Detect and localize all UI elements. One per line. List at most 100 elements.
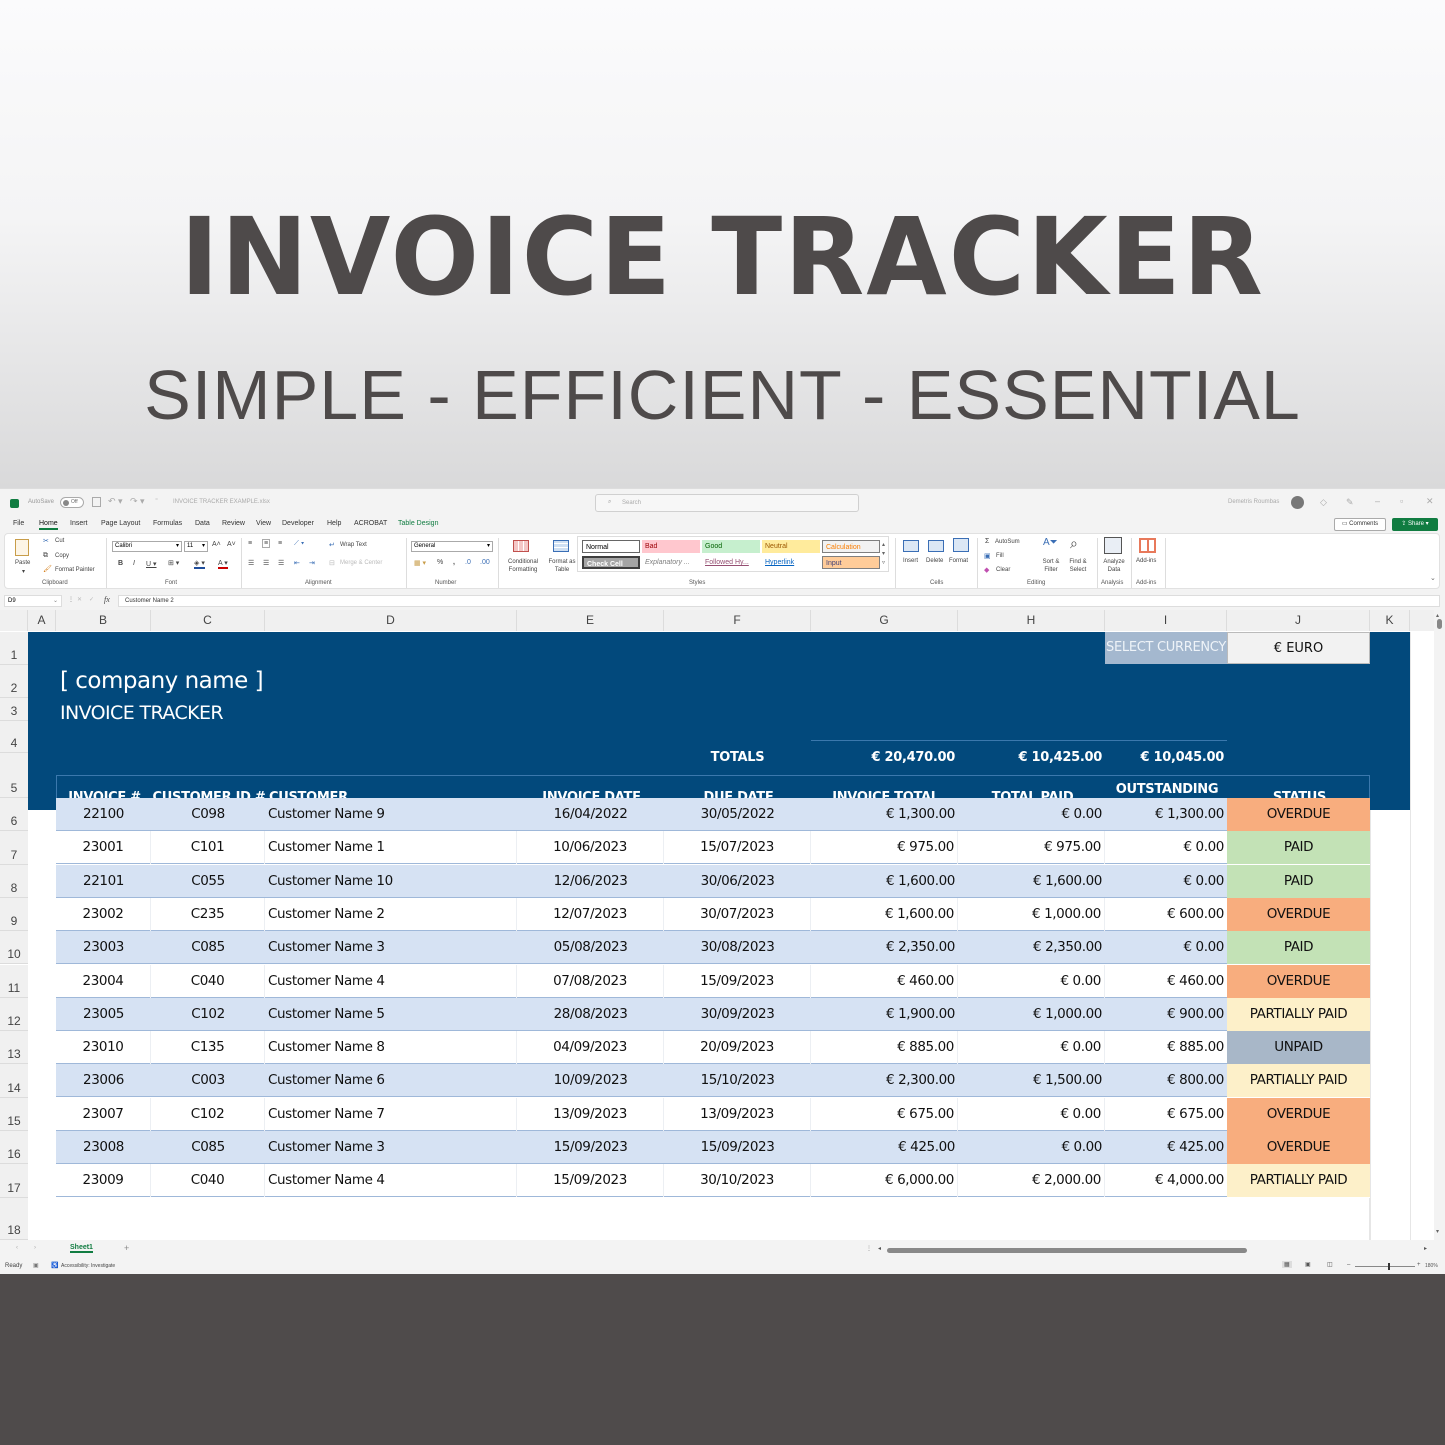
name-box[interactable]: D9 ⌄ bbox=[4, 595, 62, 607]
customer-id-cell[interactable]: C040 bbox=[151, 1164, 265, 1198]
formula-input[interactable]: Customer Name 2 bbox=[118, 595, 1440, 607]
status-badge[interactable]: PAID bbox=[1227, 864, 1370, 898]
row-header-5[interactable]: 5 bbox=[0, 753, 28, 798]
invoice-date-cell[interactable]: 10/06/2023 bbox=[517, 831, 664, 865]
align-bottom-icon[interactable]: ≡ bbox=[278, 540, 282, 547]
menu-home[interactable]: Home bbox=[39, 520, 58, 530]
customer-id-cell[interactable]: C102 bbox=[151, 1097, 265, 1131]
insert-cells-button[interactable]: Insert bbox=[903, 558, 918, 564]
row-header-6[interactable]: 6 bbox=[0, 798, 28, 832]
customer-name-cell[interactable]: Customer Name 3 bbox=[265, 1131, 517, 1164]
worksheet-grid[interactable]: A B C D E F G H I J K ▴ ▾ 1 2 3 4 5 6 7 8 9 10 11 1… bbox=[0, 610, 1445, 1240]
select-all-corner[interactable] bbox=[0, 610, 28, 631]
due-date-cell[interactable]: 30/05/2022 bbox=[664, 798, 811, 831]
status-badge[interactable]: PARTIALLY PAID bbox=[1227, 997, 1370, 1031]
invoice-date-cell[interactable]: 13/09/2023 bbox=[517, 1097, 664, 1131]
invoice-number-cell[interactable]: 22100 bbox=[56, 798, 151, 831]
row-header-17[interactable]: 17 bbox=[0, 1164, 28, 1198]
orientation-icon[interactable]: ⟋ ▾ bbox=[294, 540, 304, 548]
style-calculation[interactable]: Calculation bbox=[822, 540, 880, 553]
invoice-date-cell[interactable]: 04/09/2023 bbox=[517, 1031, 664, 1065]
total-paid-cell[interactable]: € 2,350.00 bbox=[958, 931, 1105, 964]
vertical-scroll-thumb[interactable] bbox=[1437, 619, 1442, 629]
comments-button[interactable]: ▭ Comments bbox=[1334, 518, 1386, 531]
fill-button[interactable]: Fill bbox=[996, 553, 1004, 559]
row-header-7[interactable]: 7 bbox=[0, 831, 28, 865]
sort-filter-button[interactable]: Sort & Filter bbox=[1039, 558, 1063, 574]
invoice-number-cell[interactable]: 23002 bbox=[56, 897, 151, 931]
find-select-button[interactable]: Find & Select bbox=[1065, 558, 1091, 574]
invoice-total-cell[interactable]: € 1,900.00 bbox=[811, 998, 958, 1031]
outstanding-balance-cell[interactable]: € 885.00 bbox=[1105, 1031, 1227, 1064]
invoice-number-cell[interactable]: 23004 bbox=[56, 964, 151, 998]
total-paid-cell[interactable]: € 975.00 bbox=[958, 831, 1105, 865]
outstanding-balance-cell[interactable]: € 900.00 bbox=[1105, 998, 1227, 1031]
invoice-total-cell[interactable]: € 1,600.00 bbox=[811, 897, 958, 931]
total-paid-cell[interactable]: € 0.00 bbox=[958, 964, 1105, 998]
format-painter-button[interactable]: Format Painter bbox=[55, 567, 95, 573]
zoom-slider-thumb[interactable] bbox=[1388, 1263, 1390, 1270]
style-hyperlink[interactable]: Hyperlink bbox=[762, 556, 820, 569]
restore-icon[interactable]: ▫ bbox=[1400, 496, 1403, 506]
customer-name-cell[interactable]: Customer Name 1 bbox=[265, 831, 517, 865]
customer-name-cell[interactable]: Customer Name 9 bbox=[265, 798, 517, 831]
invoice-total-cell[interactable]: € 885.00 bbox=[811, 1031, 958, 1065]
merge-center-button[interactable]: Merge & Center bbox=[340, 560, 382, 566]
row-header-16[interactable]: 16 bbox=[0, 1131, 28, 1165]
style-input[interactable]: Input bbox=[822, 556, 880, 569]
style-good[interactable]: Good bbox=[702, 540, 760, 553]
horizontal-scroll-thumb[interactable] bbox=[887, 1248, 1247, 1253]
customer-id-cell[interactable]: C085 bbox=[151, 1131, 265, 1164]
save-icon[interactable] bbox=[92, 497, 101, 507]
row-header-9[interactable]: 9 bbox=[0, 897, 28, 932]
invoice-date-cell[interactable]: 12/07/2023 bbox=[517, 897, 664, 931]
invoice-date-cell[interactable]: 12/06/2023 bbox=[517, 865, 664, 898]
status-badge[interactable]: PARTIALLY PAID bbox=[1227, 1164, 1370, 1198]
invoice-number-cell[interactable]: 23001 bbox=[56, 831, 151, 865]
decrease-font-icon[interactable]: A˅ bbox=[227, 541, 236, 548]
merge-center-icon[interactable]: ⊟ bbox=[329, 559, 335, 567]
cancel-entry-icon[interactable]: ✕ bbox=[77, 596, 82, 603]
invoice-total-cell[interactable]: € 425.00 bbox=[811, 1131, 958, 1164]
zoom-slider[interactable] bbox=[1355, 1263, 1415, 1270]
invoice-number-cell[interactable]: 23003 bbox=[56, 931, 151, 964]
col-header-h[interactable]: H bbox=[958, 610, 1105, 631]
customer-id-cell[interactable]: C135 bbox=[151, 1031, 265, 1065]
autosave-toggle[interactable]: Off bbox=[60, 497, 84, 508]
row-header-18[interactable]: 18 bbox=[0, 1198, 28, 1240]
gallery-scroll-icon[interactable]: ▴ ▾ ▿ bbox=[882, 541, 885, 568]
collapse-ribbon-icon[interactable]: ⌄ bbox=[1430, 574, 1436, 582]
row-header-4[interactable]: 4 bbox=[0, 721, 28, 753]
find-select-icon[interactable]: ⌕ bbox=[1070, 535, 1078, 552]
outstanding-balance-cell[interactable]: € 0.00 bbox=[1105, 865, 1227, 898]
borders-icon[interactable]: ⊞ ▾ bbox=[168, 559, 179, 567]
percent-icon[interactable]: % bbox=[437, 559, 443, 566]
autosum-icon[interactable]: Σ bbox=[985, 538, 989, 545]
customer-name-cell[interactable]: Customer Name 4 bbox=[265, 964, 517, 998]
page-layout-view-icon[interactable]: ▣ bbox=[1305, 1261, 1311, 1268]
col-header-f[interactable]: F bbox=[664, 610, 811, 631]
minimize-icon[interactable]: – bbox=[1375, 496, 1380, 506]
row-header-15[interactable]: 15 bbox=[0, 1097, 28, 1131]
decrease-decimal-icon[interactable]: .00 bbox=[480, 559, 490, 566]
customer-name-cell[interactable]: Customer Name 6 bbox=[265, 1064, 517, 1097]
customer-name-cell[interactable]: Customer Name 10 bbox=[265, 865, 517, 898]
font-color-icon[interactable]: A ▾ bbox=[218, 559, 228, 569]
wrap-text-button[interactable]: Wrap Text bbox=[340, 542, 367, 548]
paste-icon[interactable] bbox=[15, 539, 29, 556]
invoice-total-cell[interactable]: € 1,300.00 bbox=[811, 798, 958, 831]
customer-name-cell[interactable]: Customer Name 7 bbox=[265, 1097, 517, 1131]
cut-button[interactable]: Cut bbox=[55, 538, 64, 544]
company-name[interactable]: [ company name ] bbox=[60, 668, 264, 694]
status-badge[interactable]: OVERDUE bbox=[1227, 964, 1370, 998]
outstanding-balance-cell[interactable]: € 4,000.00 bbox=[1105, 1164, 1227, 1197]
menu-acrobat[interactable]: ACROBAT bbox=[354, 520, 387, 527]
invoice-date-cell[interactable]: 15/09/2023 bbox=[517, 1131, 664, 1164]
clear-button[interactable]: Clear bbox=[996, 567, 1010, 573]
customer-id-cell[interactable]: C040 bbox=[151, 964, 265, 998]
total-paid-cell[interactable]: € 0.00 bbox=[958, 798, 1105, 831]
currency-select[interactable]: € EURO bbox=[1227, 632, 1370, 664]
customer-name-cell[interactable]: Customer Name 3 bbox=[265, 931, 517, 964]
menu-help[interactable]: Help bbox=[327, 520, 341, 527]
col-header-c[interactable]: C bbox=[151, 610, 265, 631]
